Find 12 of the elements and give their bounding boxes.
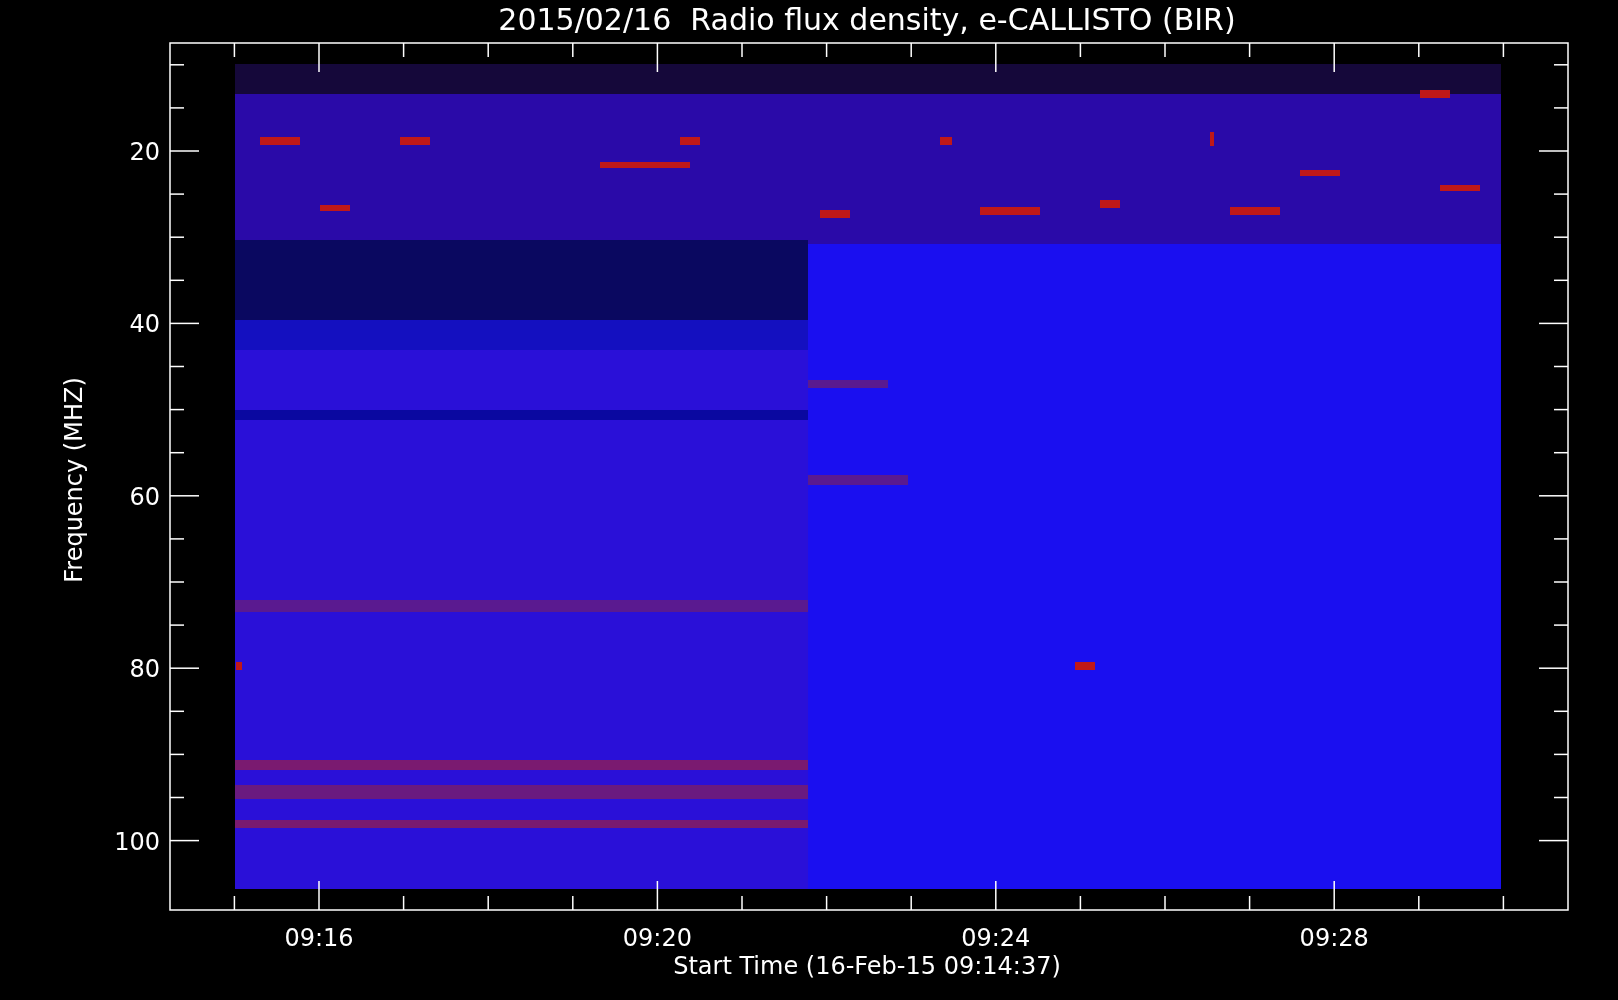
axis-tick-label: 09:20 — [622, 924, 692, 952]
axis-tick-label: 09:16 — [284, 924, 354, 952]
axis-tick-label: 40 — [129, 310, 160, 339]
axis-tick-label: 20 — [129, 138, 160, 166]
chart-title: 2015/02/16 Radio flux density, e-CALLISTO (BIR) — [498, 2, 1236, 37]
y-axis-label: Frequency (MHZ) — [60, 377, 88, 583]
axis-tick-label: 100 — [114, 827, 160, 856]
axis-tick-label: 09:24 — [961, 924, 1031, 952]
axis-tick-label: 80 — [129, 655, 160, 684]
axis-tick-label: 60 — [129, 482, 160, 511]
axis-tick-label: 09:28 — [1299, 924, 1369, 952]
x-axis-label: Start Time (16-Feb-15 09:14:37) — [673, 952, 1061, 980]
